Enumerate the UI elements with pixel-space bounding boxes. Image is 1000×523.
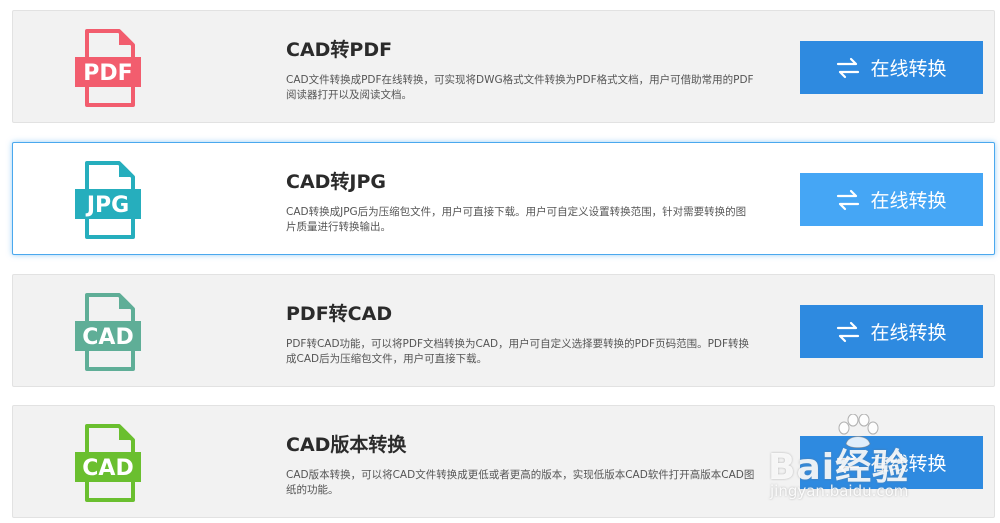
swap-arrows-icon (836, 452, 860, 474)
card-description: PDF转CAD功能，可以将PDF文档转换为CAD，用户可自定义选择要转换的PDF… (286, 338, 750, 365)
card-description: CAD版本转换，可以将CAD文件转换成更低或者更高的版本，实现低版本CAD软件打… (286, 469, 755, 496)
jpg-file-icon: JPG (73, 160, 147, 240)
online-convert-button[interactable]: 在线转换 (800, 173, 983, 226)
cad-file-icon: CAD (73, 292, 147, 372)
file-type-label: CAD (82, 325, 133, 350)
cad-version-file-icon: CAD (73, 423, 147, 503)
swap-arrows-icon (836, 189, 860, 211)
card-description: CAD文件转换成PDF在线转换，可实现将DWG格式文件转换为PDF格式文档，用户… (286, 74, 754, 101)
online-convert-button[interactable]: 在线转换 (800, 305, 983, 358)
converter-card-cad-to-pdf: PDF CAD转PDF CAD文件转换成PDF在线转换，可实现将DWG格式文件转… (12, 10, 995, 123)
button-label: 在线转换 (870, 190, 947, 212)
button-label: 在线转换 (870, 322, 947, 344)
button-label: 在线转换 (870, 58, 947, 80)
online-convert-button[interactable]: 在线转换 (800, 41, 983, 94)
card-title: PDF转CAD (286, 303, 393, 325)
swap-arrows-icon (836, 321, 860, 343)
document-fold (119, 31, 133, 45)
pdf-file-icon: PDF (73, 28, 147, 108)
converter-card-cad-version: CAD CAD版本转换 CAD版本转换，可以将CAD文件转换成更低或者更高的版本… (12, 405, 995, 518)
card-title: CAD转PDF (286, 39, 393, 61)
converter-card-pdf-to-cad: CAD PDF转CAD PDF转CAD功能，可以将PDF文档转换为CAD，用户可… (12, 274, 995, 387)
card-title: CAD转JPG (286, 171, 387, 193)
document-fold (119, 295, 133, 309)
file-type-label: JPG (85, 193, 129, 218)
document-fold (119, 426, 133, 440)
file-type-label: CAD (82, 456, 133, 481)
card-title: CAD版本转换 (286, 434, 407, 456)
button-label: 在线转换 (870, 453, 947, 475)
document-fold (119, 163, 133, 177)
card-description: CAD转换成JPG后为压缩包文件，用户可直接下载。用户可自定义设置转换范围，针对… (286, 206, 747, 233)
converter-card-cad-to-jpg: JPG CAD转JPG CAD转换成JPG后为压缩包文件，用户可直接下载。用户可… (12, 142, 995, 255)
swap-arrows-icon (836, 57, 860, 79)
online-convert-button[interactable]: 在线转换 (800, 436, 983, 489)
file-type-label: PDF (83, 61, 132, 86)
